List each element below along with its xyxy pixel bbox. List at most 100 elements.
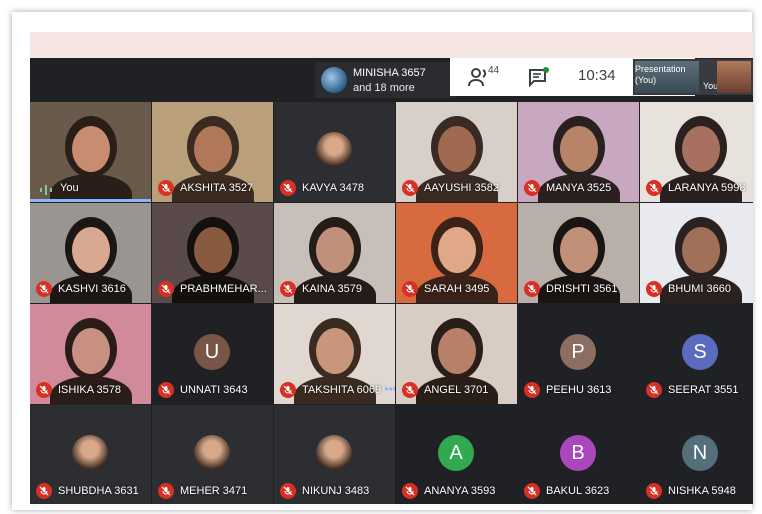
participant-name: BHUMI 3660 bbox=[668, 283, 731, 295]
participant-tile[interactable]: B BAKUL 3623 bbox=[518, 405, 639, 504]
profile-photo bbox=[194, 435, 230, 471]
profile-photo bbox=[72, 435, 108, 471]
participant-name: SHUBDHA 3631 bbox=[58, 485, 139, 497]
participant-name: PRABHMEHAR... bbox=[180, 283, 267, 295]
mic-off-icon bbox=[402, 180, 418, 196]
participant-tile[interactable]: S SEERAT 3551 bbox=[640, 304, 753, 404]
browser-strip bbox=[30, 32, 753, 58]
mic-off-icon bbox=[402, 483, 418, 499]
participant-name: ANANYA 3593 bbox=[424, 485, 496, 497]
mic-off-icon bbox=[158, 382, 174, 398]
presenter-more: and 18 more bbox=[353, 82, 415, 94]
mic-off-icon bbox=[158, 180, 174, 196]
initial-avatar: N bbox=[682, 435, 718, 471]
participant-name: KAINA 3579 bbox=[302, 283, 362, 295]
mic-off-icon bbox=[280, 180, 296, 196]
participant-tile[interactable]: •••TAKSHITA 6069 bbox=[274, 304, 395, 404]
participant-tile[interactable]: P PEEHU 3613 bbox=[518, 304, 639, 404]
person-face bbox=[682, 126, 720, 172]
clock-time: 10:34 bbox=[578, 67, 616, 84]
person-face bbox=[560, 126, 598, 172]
participant-tile[interactable]: MANYA 3525 bbox=[518, 102, 639, 202]
person-face bbox=[72, 328, 110, 374]
initial-avatar: B bbox=[560, 435, 596, 471]
participant-tile[interactable]: KASHVI 3616 bbox=[30, 203, 151, 303]
presenter-chip[interactable]: MINISHA 3657 and 18 more bbox=[315, 62, 455, 98]
participant-tile[interactable]: KAINA 3579 bbox=[274, 203, 395, 303]
mic-off-icon bbox=[402, 281, 418, 297]
participant-name: MEHER 3471 bbox=[180, 485, 248, 497]
person-face bbox=[316, 227, 354, 273]
mic-off-icon bbox=[36, 483, 52, 499]
participant-tile[interactable]: ISHIKA 3578 bbox=[30, 304, 151, 404]
person-face bbox=[682, 227, 720, 273]
initial-avatar: P bbox=[560, 334, 596, 370]
mic-off-icon bbox=[280, 382, 296, 398]
mic-off-icon bbox=[158, 483, 174, 499]
participant-tile[interactable]: BHUMI 3660 bbox=[640, 203, 753, 303]
mic-off-icon bbox=[280, 281, 296, 297]
presentation-thumbnail[interactable]: Presentation (You) You bbox=[633, 59, 753, 95]
person-face bbox=[560, 227, 598, 273]
active-speaker-indicator bbox=[30, 199, 151, 202]
initial-avatar: U bbox=[194, 334, 230, 370]
participant-name: SEERAT 3551 bbox=[668, 384, 739, 396]
mic-off-icon bbox=[524, 483, 540, 499]
participant-name: NISHKA 5948 bbox=[668, 485, 736, 497]
participant-name: PEEHU 3613 bbox=[546, 384, 612, 396]
presenter-name: MINISHA 3657 bbox=[353, 67, 426, 79]
participant-tile[interactable]: MEHER 3471 bbox=[152, 405, 273, 504]
mic-off-icon bbox=[36, 281, 52, 297]
person-face bbox=[72, 227, 110, 273]
participant-name: ANGEL 3701 bbox=[424, 384, 489, 396]
participant-name: AKSHITA 3527 bbox=[180, 182, 254, 194]
chat-button[interactable] bbox=[528, 67, 550, 89]
participant-tile[interactable]: DRISHTI 3561 bbox=[518, 203, 639, 303]
presentation-label: Presentation (You) bbox=[635, 64, 686, 85]
participant-tile[interactable]: AKSHITA 3527 bbox=[152, 102, 273, 202]
mic-off-icon bbox=[36, 382, 52, 398]
participant-name: UNNATI 3643 bbox=[180, 384, 248, 396]
mic-off-icon bbox=[646, 483, 662, 499]
participant-tile[interactable]: SHUBDHA 3631 bbox=[30, 405, 151, 504]
person-face bbox=[194, 126, 232, 172]
participant-tile[interactable]: KAVYA 3478 bbox=[274, 102, 395, 202]
mic-off-icon bbox=[524, 180, 540, 196]
people-icon bbox=[468, 68, 487, 87]
participant-name: KASHVI 3616 bbox=[58, 283, 126, 295]
participant-name: LARANYA 5998 bbox=[668, 182, 746, 194]
participant-name: SARAH 3495 bbox=[424, 283, 490, 295]
presentation-you-label: You bbox=[703, 81, 719, 91]
initial-avatar: S bbox=[682, 334, 718, 370]
participant-tile[interactable]: SARAH 3495 bbox=[396, 203, 517, 303]
mic-off-icon bbox=[158, 281, 174, 297]
presenter-avatar bbox=[321, 67, 347, 93]
participant-tile[interactable]: A ANANYA 3593 bbox=[396, 405, 517, 504]
top-bar: MINISHA 3657 and 18 more 44 10:34 Presen… bbox=[30, 58, 753, 102]
initial-avatar: A bbox=[438, 435, 474, 471]
profile-photo bbox=[316, 435, 352, 471]
person-face bbox=[316, 328, 354, 374]
more-options-icon[interactable]: ••• bbox=[384, 382, 395, 396]
audio-level-icon bbox=[40, 182, 52, 195]
mic-off-icon bbox=[524, 382, 540, 398]
participant-tile[interactable]: NIKUNJ 3483 bbox=[274, 405, 395, 504]
participant-name: ISHIKA 3578 bbox=[58, 384, 121, 396]
participant-tile[interactable]: U UNNATI 3643 bbox=[152, 304, 273, 404]
person-face bbox=[438, 126, 476, 172]
people-button[interactable]: 44 bbox=[468, 65, 504, 89]
participant-tile[interactable]: ANGEL 3701 bbox=[396, 304, 517, 404]
participant-tile[interactable]: LARANYA 5998 bbox=[640, 102, 753, 202]
profile-photo bbox=[316, 132, 352, 168]
participant-tile[interactable]: PRABHMEHAR... bbox=[152, 203, 273, 303]
person-face bbox=[438, 227, 476, 273]
mic-off-icon bbox=[646, 382, 662, 398]
participant-name: DRISHTI 3561 bbox=[546, 283, 618, 295]
chat-icon bbox=[529, 67, 549, 88]
participant-tile[interactable]: AAYUSHI 3582 bbox=[396, 102, 517, 202]
participant-tile[interactable]: You bbox=[30, 102, 151, 202]
participant-name: BAKUL 3623 bbox=[546, 485, 610, 497]
participant-tile[interactable]: N NISHKA 5948 bbox=[640, 405, 753, 504]
participant-name: TAKSHITA 6069 bbox=[302, 384, 382, 396]
participant-name: KAVYA 3478 bbox=[302, 182, 364, 194]
